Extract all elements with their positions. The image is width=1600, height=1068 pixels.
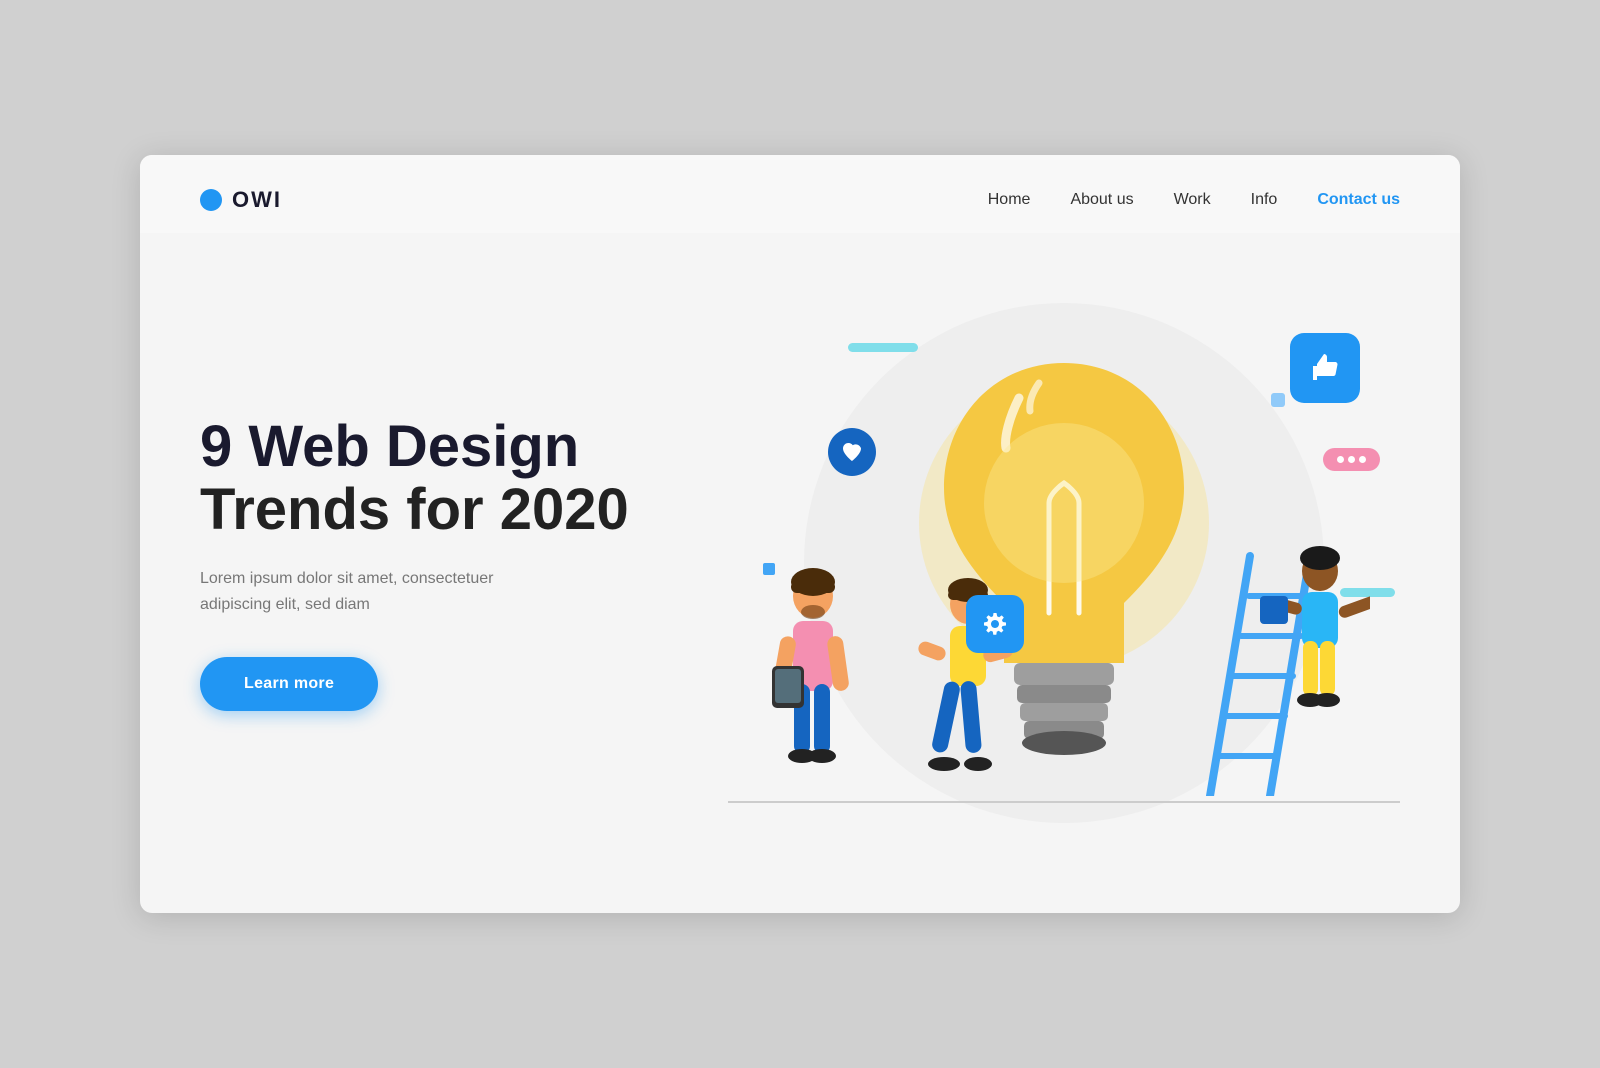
person-right <box>1170 476 1370 801</box>
person-left <box>758 566 868 801</box>
chat-badge <box>1323 448 1380 471</box>
main-content: 9 Web Design Trends for 2020 Lorem ipsum… <box>140 233 1460 913</box>
thumbs-up-icon <box>1307 350 1343 386</box>
chat-dot-2 <box>1348 456 1355 463</box>
hero-subtitle: Lorem ipsum dolor sit amet, consectetuer… <box>200 566 540 617</box>
hero-title: 9 Web Design Trends for 2020 <box>200 415 708 543</box>
header: OWI Home About us Work Info Contact us <box>140 155 1460 233</box>
gear-box <box>966 595 1024 653</box>
left-panel: 9 Web Design Trends for 2020 Lorem ipsum… <box>200 415 728 712</box>
nav-home[interactable]: Home <box>988 191 1031 209</box>
nav-contact[interactable]: Contact us <box>1317 191 1400 209</box>
like-badge <box>1290 333 1360 403</box>
ground-line <box>728 801 1400 803</box>
heart-badge <box>828 428 876 476</box>
page-wrapper: OWI Home About us Work Info Contact us 9… <box>140 155 1460 913</box>
learn-more-button[interactable]: Learn more <box>200 657 378 711</box>
person-right-figure <box>1170 476 1370 796</box>
heart-icon <box>840 440 864 464</box>
nav-about[interactable]: About us <box>1070 191 1133 209</box>
nav: Home About us Work Info Contact us <box>988 191 1400 209</box>
nav-work[interactable]: Work <box>1174 191 1211 209</box>
nav-info[interactable]: Info <box>1251 191 1278 209</box>
person-left-figure <box>758 566 868 796</box>
logo-dot <box>200 189 222 211</box>
right-panel <box>728 273 1400 853</box>
chat-dot-1 <box>1337 456 1344 463</box>
logo-area: OWI <box>200 187 282 213</box>
gear-icon <box>979 608 1011 640</box>
chat-dot-3 <box>1359 456 1366 463</box>
small-square-1 <box>1271 393 1285 407</box>
logo-text: OWI <box>232 187 282 213</box>
